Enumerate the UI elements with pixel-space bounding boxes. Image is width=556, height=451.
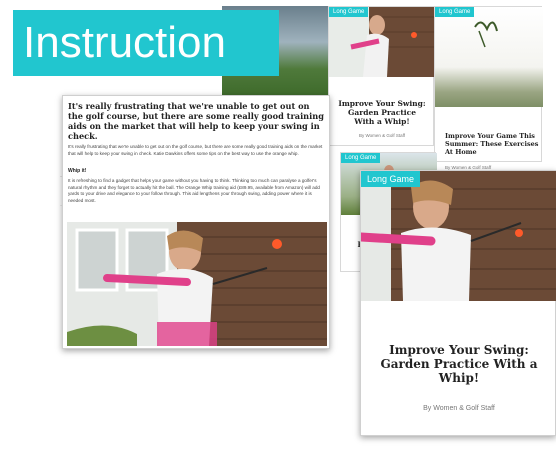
card-photo <box>329 7 435 77</box>
card-photo <box>435 7 543 107</box>
category-tag[interactable]: Long Game <box>341 153 381 163</box>
article-subheading: Whip it! <box>68 168 87 174</box>
card-title[interactable]: Improve Your Game This Summer: These Exe… <box>445 132 543 156</box>
background-card[interactable]: Long Game Improve Your Swing: Garden Pra… <box>328 6 435 146</box>
article-body: It is refreshing to find a gadget that h… <box>68 178 320 203</box>
article-intro: It's really frustrating that we're unabl… <box>68 144 323 156</box>
golfer-swing-illustration <box>67 222 327 346</box>
feature-card-byline: By Women & Golf Staff <box>423 405 495 412</box>
article-headline: It's really frustrating that we're unabl… <box>68 101 324 141</box>
feature-card-title[interactable]: Improve Your Swing: Garden Practice With… <box>375 343 543 385</box>
category-tag[interactable]: Long Game <box>361 171 421 187</box>
category-tag[interactable]: Long Game <box>435 7 475 17</box>
plant-illustration <box>474 21 498 48</box>
golfer-illustration <box>329 7 435 77</box>
feature-card[interactable]: Long Game Improve Your Swing: Garden Pra… <box>360 170 556 436</box>
article-panel: It's really frustrating that we're unabl… <box>62 95 330 349</box>
golfer-swing-illustration <box>361 171 556 301</box>
instruction-banner: Instruction <box>13 10 279 76</box>
background-card[interactable]: Long Game Improve Your Game This Summer:… <box>434 6 543 170</box>
article-photo <box>67 222 327 346</box>
banner-title: Instruction <box>23 18 226 67</box>
card-title[interactable]: Improve Your Swing: Garden Practice With… <box>337 99 427 126</box>
card-byline: By Women & Golf Staff <box>358 133 406 138</box>
feature-photo <box>361 171 556 301</box>
category-tag[interactable]: Long Game <box>329 7 369 17</box>
